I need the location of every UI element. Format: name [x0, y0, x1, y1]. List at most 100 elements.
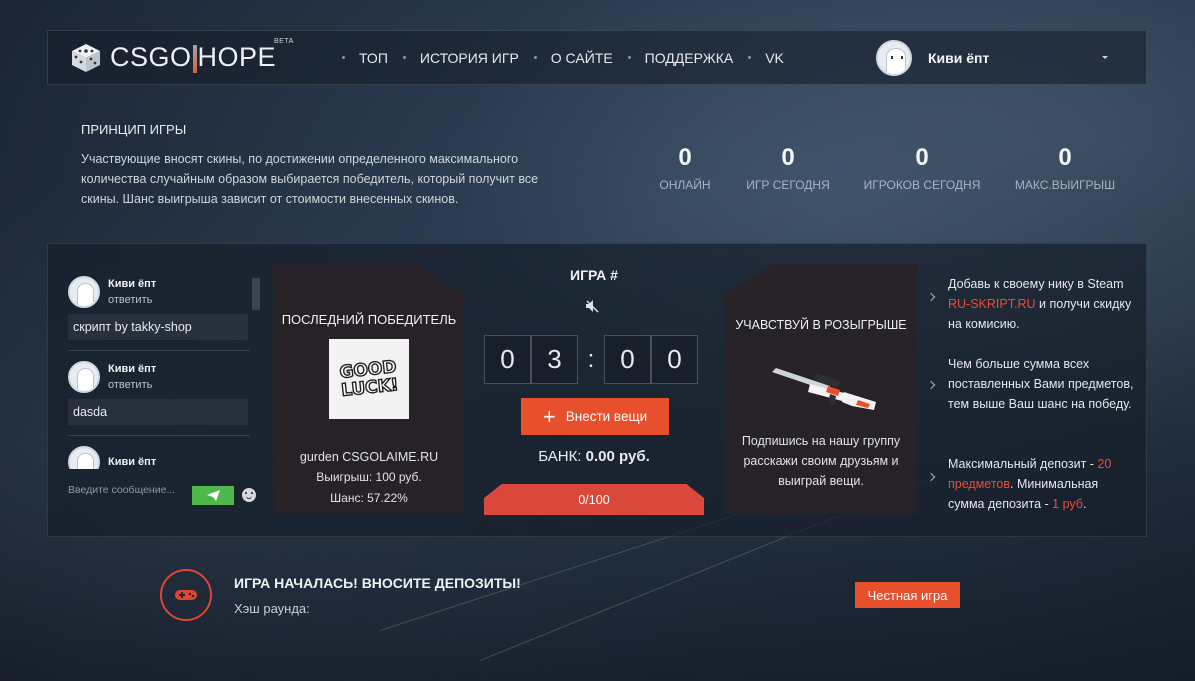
awp-rifle-icon — [772, 368, 876, 410]
stat-value: 0 — [678, 144, 692, 171]
nav-support[interactable]: ПОДДЕРЖКА — [627, 49, 734, 66]
info-highlight: 1 руб — [1052, 497, 1083, 511]
stat-label: ОНЛАЙН — [659, 178, 711, 192]
avatar — [68, 361, 100, 393]
info-text: . — [1082, 497, 1087, 511]
giveaway-card: УЧАВСТВУЙ В РОЗЫГРЫШЕ Подпишись на нашу … — [725, 264, 917, 514]
game-title: ИГРА # — [570, 267, 618, 283]
top-header: CSGO HOPE BETA ТОП ИСТОРИЯ ИГР О САЙТЕ ПО… — [47, 30, 1147, 85]
info-list: Добавь к своему нику в Steam RU-SKRIPT.R… — [926, 274, 1138, 524]
info-item-deposit: Максимальный депозит - 20 предметов. Мин… — [926, 454, 1138, 514]
nav-dot — [402, 56, 406, 59]
stat-value: 0 — [1058, 144, 1072, 171]
winner-name[interactable]: gurden CSGOLAIME.RU — [274, 450, 464, 464]
chat-list[interactable]: Киви ёпт ответить скрипт by takky-shop К… — [68, 274, 258, 469]
site-logo[interactable]: CSGO HOPE BETA — [70, 38, 310, 74]
info-item-nick: Добавь к своему нику в Steam RU-SKRIPT.R… — [926, 274, 1138, 344]
chat-reply-link[interactable]: ответить — [108, 294, 156, 306]
nav-top[interactable]: ТОП — [342, 50, 388, 66]
stats-bar: 0 ОНЛАЙН 0 ИГР СЕГОДНЯ 0 ИГРОКОВ СЕГОДНЯ… — [640, 144, 1140, 194]
stat-max-win: 0 МАКС.ВЫИГРЫШ — [1012, 144, 1118, 192]
winner-amount: Выигрыш: 100 руб. — [316, 470, 422, 484]
chevron-down-icon[interactable] — [1102, 56, 1108, 59]
bank-label: БАНК: — [538, 448, 582, 465]
info-text: Добавь к своему нику в Steam — [948, 277, 1124, 291]
emoji-icon[interactable] — [242, 488, 256, 502]
chat-message: Киви ёпт — [68, 444, 258, 469]
user-name: Киви ёпт — [928, 50, 990, 66]
giveaway-text: Подпишись на нашу группу расскажи своим … — [741, 434, 901, 488]
principle-title: ПРИНЦИП ИГРЫ — [81, 122, 187, 137]
info-highlight[interactable]: RU-SKRIPT.RU — [948, 297, 1036, 311]
nav-label: VK — [765, 49, 784, 66]
bank-value: 0.00 руб. — [585, 448, 650, 465]
progress-text: 0/100 — [578, 492, 610, 507]
bank-total: БАНК: 0.00 руб. — [484, 448, 704, 465]
logo-wordmark: CSGO HOPE — [110, 42, 276, 73]
nav-label: О САЙТЕ — [550, 49, 613, 66]
round-timer: 0 3 : 0 0 — [484, 335, 698, 384]
stat-label: МАКС.ВЫИГРЫШ — [1014, 178, 1116, 192]
timer-digit: 0 — [651, 335, 698, 384]
stat-value: 0 — [915, 144, 929, 171]
nav-label: ТОП — [359, 49, 388, 66]
user-avatar — [876, 40, 912, 76]
chat-text: dasda — [68, 399, 248, 425]
nav-label: ПОДДЕРЖКА — [644, 49, 734, 66]
nav-dot — [748, 56, 752, 59]
chevron-right-icon — [926, 472, 936, 482]
sound-muted-icon[interactable] — [584, 298, 600, 314]
round-hash: Хэш раунда: — [234, 601, 310, 616]
stat-games-today: 0 ИГР СЕГОДНЯ — [740, 144, 836, 192]
logo-text-left: CSGO — [110, 42, 192, 72]
info-item-chance: Чем больше сумма всех поставленных Вами … — [926, 354, 1138, 444]
info-text: Чем больше сумма всех поставленных Вами … — [948, 357, 1134, 411]
deposit-items-button[interactable]: + Внести вещи — [521, 398, 669, 435]
chat-reply-link[interactable]: ответить — [108, 379, 156, 391]
nav-about[interactable]: О САЙТЕ — [533, 49, 613, 66]
last-winner-title: ПОСЛЕДНИЙ ПОБЕДИТЕЛЬ — [281, 312, 457, 327]
game-principle: ПРИНЦИП ИГРЫ Участвующие вносят скины, п… — [81, 122, 561, 209]
knife-icon — [192, 44, 197, 73]
stat-label: ИГРОКОВ СЕГОДНЯ — [863, 178, 981, 192]
deposit-label: Внести вещи — [565, 409, 648, 424]
timer-digit: 3 — [531, 335, 578, 384]
chat-input[interactable]: Введите сообщение... — [68, 484, 190, 496]
game-center: ИГРА # 0 3 : 0 0 + Внести вещи БАНК: 0.0… — [484, 264, 704, 524]
send-button[interactable] — [192, 486, 234, 505]
round-title: ИГРА НАЧАЛАСЬ! ВНОСИТЕ ДЕПОЗИТЫ! — [234, 575, 521, 591]
last-winner-card: ПОСЛЕДНИЙ ПОБЕДИТЕЛЬ GOOD LUCK! gurden C… — [274, 264, 464, 514]
nav-dot — [533, 56, 537, 59]
round-status-icon — [160, 569, 212, 621]
chat-scrollbar[interactable] — [252, 278, 260, 310]
chevron-right-icon — [926, 380, 936, 390]
nav-vk[interactable]: VK — [748, 50, 784, 66]
user-menu[interactable]: Киви ёпт — [876, 40, 989, 76]
winner-avatar-text: GOOD LUCK! — [338, 356, 400, 401]
chat-author: Киви ёпт — [108, 363, 157, 375]
chevron-right-icon — [926, 292, 936, 302]
timer-separator: : — [587, 345, 595, 373]
dice-icon — [72, 43, 100, 72]
main-nav: ТОП ИСТОРИЯ ИГР О САЙТЕ ПОДДЕРЖКА VK — [342, 50, 799, 66]
winner-chance: Шанс: 57.22% — [330, 491, 408, 505]
logo-text-right: HOPE — [197, 42, 277, 72]
stat-online: 0 ОНЛАЙН — [640, 144, 730, 192]
stat-value: 0 — [781, 144, 795, 171]
info-text: Максимальный депозит - — [948, 457, 1098, 471]
divider — [68, 435, 250, 436]
beta-badge: BETA — [274, 37, 294, 45]
game-panel: Киви ёпт ответить скрипт by takky-shop К… — [47, 243, 1147, 537]
chat-message: Киви ёпт ответить скрипт by takky-shop — [68, 274, 258, 351]
nav-label: ИСТОРИЯ ИГР — [419, 49, 519, 66]
stat-label: ИГР СЕГОДНЯ — [746, 178, 830, 192]
chat-message: Киви ёпт ответить dasda — [68, 359, 258, 436]
stat-players-today: 0 ИГРОКОВ СЕГОДНЯ — [862, 144, 982, 192]
fair-game-button[interactable]: Честная игра — [855, 582, 960, 608]
nav-history[interactable]: ИСТОРИЯ ИГР — [402, 49, 519, 66]
avatar — [68, 276, 100, 308]
winner-avatar[interactable]: GOOD LUCK! — [329, 339, 409, 419]
principle-text: Участвующие вносят скины, по достижении … — [81, 152, 539, 206]
avatar — [68, 446, 100, 469]
items-progress-bar: 0/100 — [484, 484, 704, 515]
